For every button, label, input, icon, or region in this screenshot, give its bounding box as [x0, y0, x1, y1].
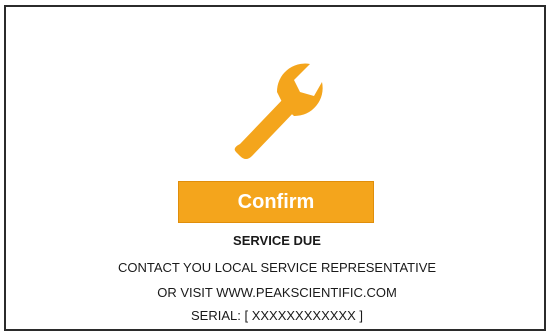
dialog-title: SERVICE DUE	[233, 233, 321, 248]
wrench-icon	[234, 63, 323, 159]
confirm-button[interactable]: Confirm	[178, 181, 374, 223]
contact-message: CONTACT YOU LOCAL SERVICE REPRESENTATIVE	[117, 260, 437, 275]
website-message: OR VISIT WWW.PEAKSCIENTIFIC.COM	[157, 285, 397, 300]
serial-number: SERIAL: [ XXXXXXXXXXXX ]	[191, 308, 363, 323]
